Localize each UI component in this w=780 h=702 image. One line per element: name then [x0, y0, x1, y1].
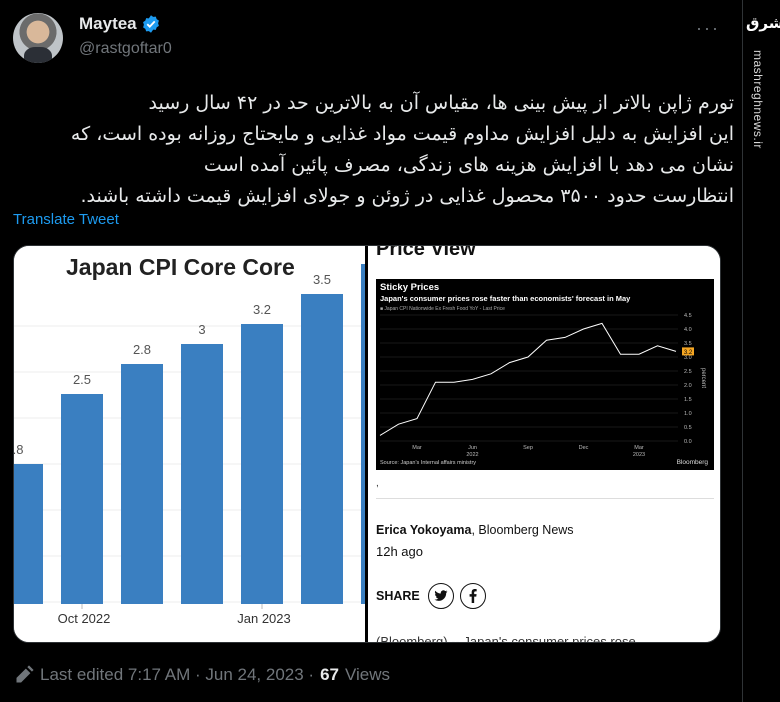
bb-xtick-label: Sep — [523, 445, 533, 451]
bb-xtick-label: Jun — [468, 445, 477, 451]
bb-year-label: 2022 — [466, 452, 478, 458]
bb-ytick-label: 4.0 — [684, 327, 692, 333]
bloomberg-chart: Sticky Prices Japan's consumer prices ro… — [376, 279, 714, 470]
cpi-bar — [241, 324, 283, 604]
cpi-tick-label: Jan 2023 — [237, 611, 291, 626]
cpi-bar — [14, 464, 43, 604]
bb-ytick-label: 2.5 — [684, 369, 692, 375]
views-label: Views — [345, 665, 391, 684]
price-view-title: Price View — [376, 246, 476, 260]
article-snippet: (Bloomberg) -- Japan's consumer prices r… — [376, 634, 636, 643]
tweet-line: تورم ژاپن بالاتر از پیش بینی ها، مقیاس آ… — [148, 92, 734, 114]
separator-dot: , — [376, 478, 379, 489]
bb-ytick-label: 4.5 — [684, 313, 692, 319]
cpi-bar — [301, 294, 343, 604]
bb-ytick-label: 3.5 — [684, 341, 692, 347]
watermark-site: mashreghnews.ir — [751, 50, 765, 149]
divider-line — [376, 498, 714, 499]
bb-ytick-label: 2.0 — [684, 383, 692, 389]
bb-ytick-label: 0.5 — [684, 425, 692, 431]
cpi-data-label: 3.5 — [313, 272, 331, 287]
article-author-org: , Bloomberg News — [471, 523, 574, 537]
cpi-bar-chart: .8 2.5 Oct 2022 2.8 3 3.2 Jan 2023 3.5 — [14, 264, 365, 626]
cpi-data-label: 2.5 — [73, 372, 91, 387]
bb-chart-source: Source: Japan's Internal affairs ministr… — [380, 460, 477, 466]
cpi-bar — [181, 344, 223, 604]
bb-last-value-label: 3.2 — [684, 350, 693, 356]
twitter-icon — [427, 583, 454, 609]
bb-xtick-label: Mar — [634, 445, 644, 451]
views-count: 67 — [320, 665, 339, 684]
cpi-bar — [61, 394, 103, 604]
media-image-cpi-chart[interactable]: Japan CPI Core Core .82.5Oct 20222.833.2… — [14, 246, 365, 642]
bb-xtick-label: Dec — [579, 445, 589, 451]
article-author: Erica Yokoyama, Bloomberg News — [376, 523, 574, 537]
tweet-footer: Last edited 7:17 AM · Jun 24, 2023 · 67 … — [14, 665, 390, 685]
cpi-data-label: 2.8 — [133, 342, 151, 357]
cpi-data-label: 3.2 — [253, 302, 271, 317]
cpi-bar — [121, 364, 163, 604]
bb-ytick-label: 1.5 — [684, 397, 692, 403]
bb-chart-brand: Bloomberg — [676, 459, 708, 466]
handle[interactable]: @rastgoftar0 — [79, 40, 172, 58]
tweet-line: انتظارست حدود ۳۵۰۰ محصول غذایی در ژوئن و… — [80, 185, 734, 207]
tweet-text: تورم ژاپن بالاتر از پیش بینی ها، مقیاس آ… — [12, 88, 734, 212]
article-time: 12h ago — [376, 544, 423, 559]
bb-line-chart: 4.54.03.53.02.52.01.51.00.50.0percentMar… — [379, 313, 706, 458]
share-label: SHARE — [376, 589, 420, 603]
tweet-line: نشان می دهد با افزایش هزینه های زندگی، م… — [203, 154, 734, 176]
avatar[interactable] — [13, 13, 63, 63]
author-name-row: Maytea — [79, 14, 161, 34]
translate-tweet-link[interactable]: Translate Tweet — [13, 211, 119, 228]
cpi-tick-label: Oct 2022 — [58, 611, 111, 626]
watermark-logo: مشرق — [746, 14, 780, 32]
cpi-data-label: 3 — [198, 322, 205, 337]
bb-ytick-label: 1.0 — [684, 411, 692, 417]
bb-xtick-label: Mar — [412, 445, 422, 451]
verified-badge-icon — [142, 15, 159, 33]
watermark-strip: مشرق mashreghnews.ir — [742, 0, 780, 702]
share-row: SHARE — [376, 583, 486, 609]
bb-ytick-label: 0.0 — [684, 439, 692, 445]
display-name[interactable]: Maytea — [79, 14, 137, 34]
facebook-icon — [459, 583, 486, 609]
pencil-icon — [16, 665, 34, 683]
media-grid: Japan CPI Core Core .82.5Oct 20222.833.2… — [13, 245, 721, 643]
bb-series-line — [379, 322, 677, 436]
last-edited-label[interactable]: Last edited 7:17 AM · Jun 24, 2023 · — [40, 665, 314, 685]
more-options-icon[interactable]: ··· — [696, 18, 720, 39]
article-author-name: Erica Yokoyama — [376, 523, 472, 537]
cpi-data-label: .8 — [14, 442, 23, 457]
bb-year-label: 2023 — [633, 452, 645, 458]
bb-ylabel: percent — [700, 368, 706, 388]
media-image-article[interactable]: Price View Sticky Prices Japan's consume… — [368, 246, 720, 643]
tweet-line: این افزایش به دلیل افزایش مداوم قیمت موا… — [70, 123, 734, 145]
